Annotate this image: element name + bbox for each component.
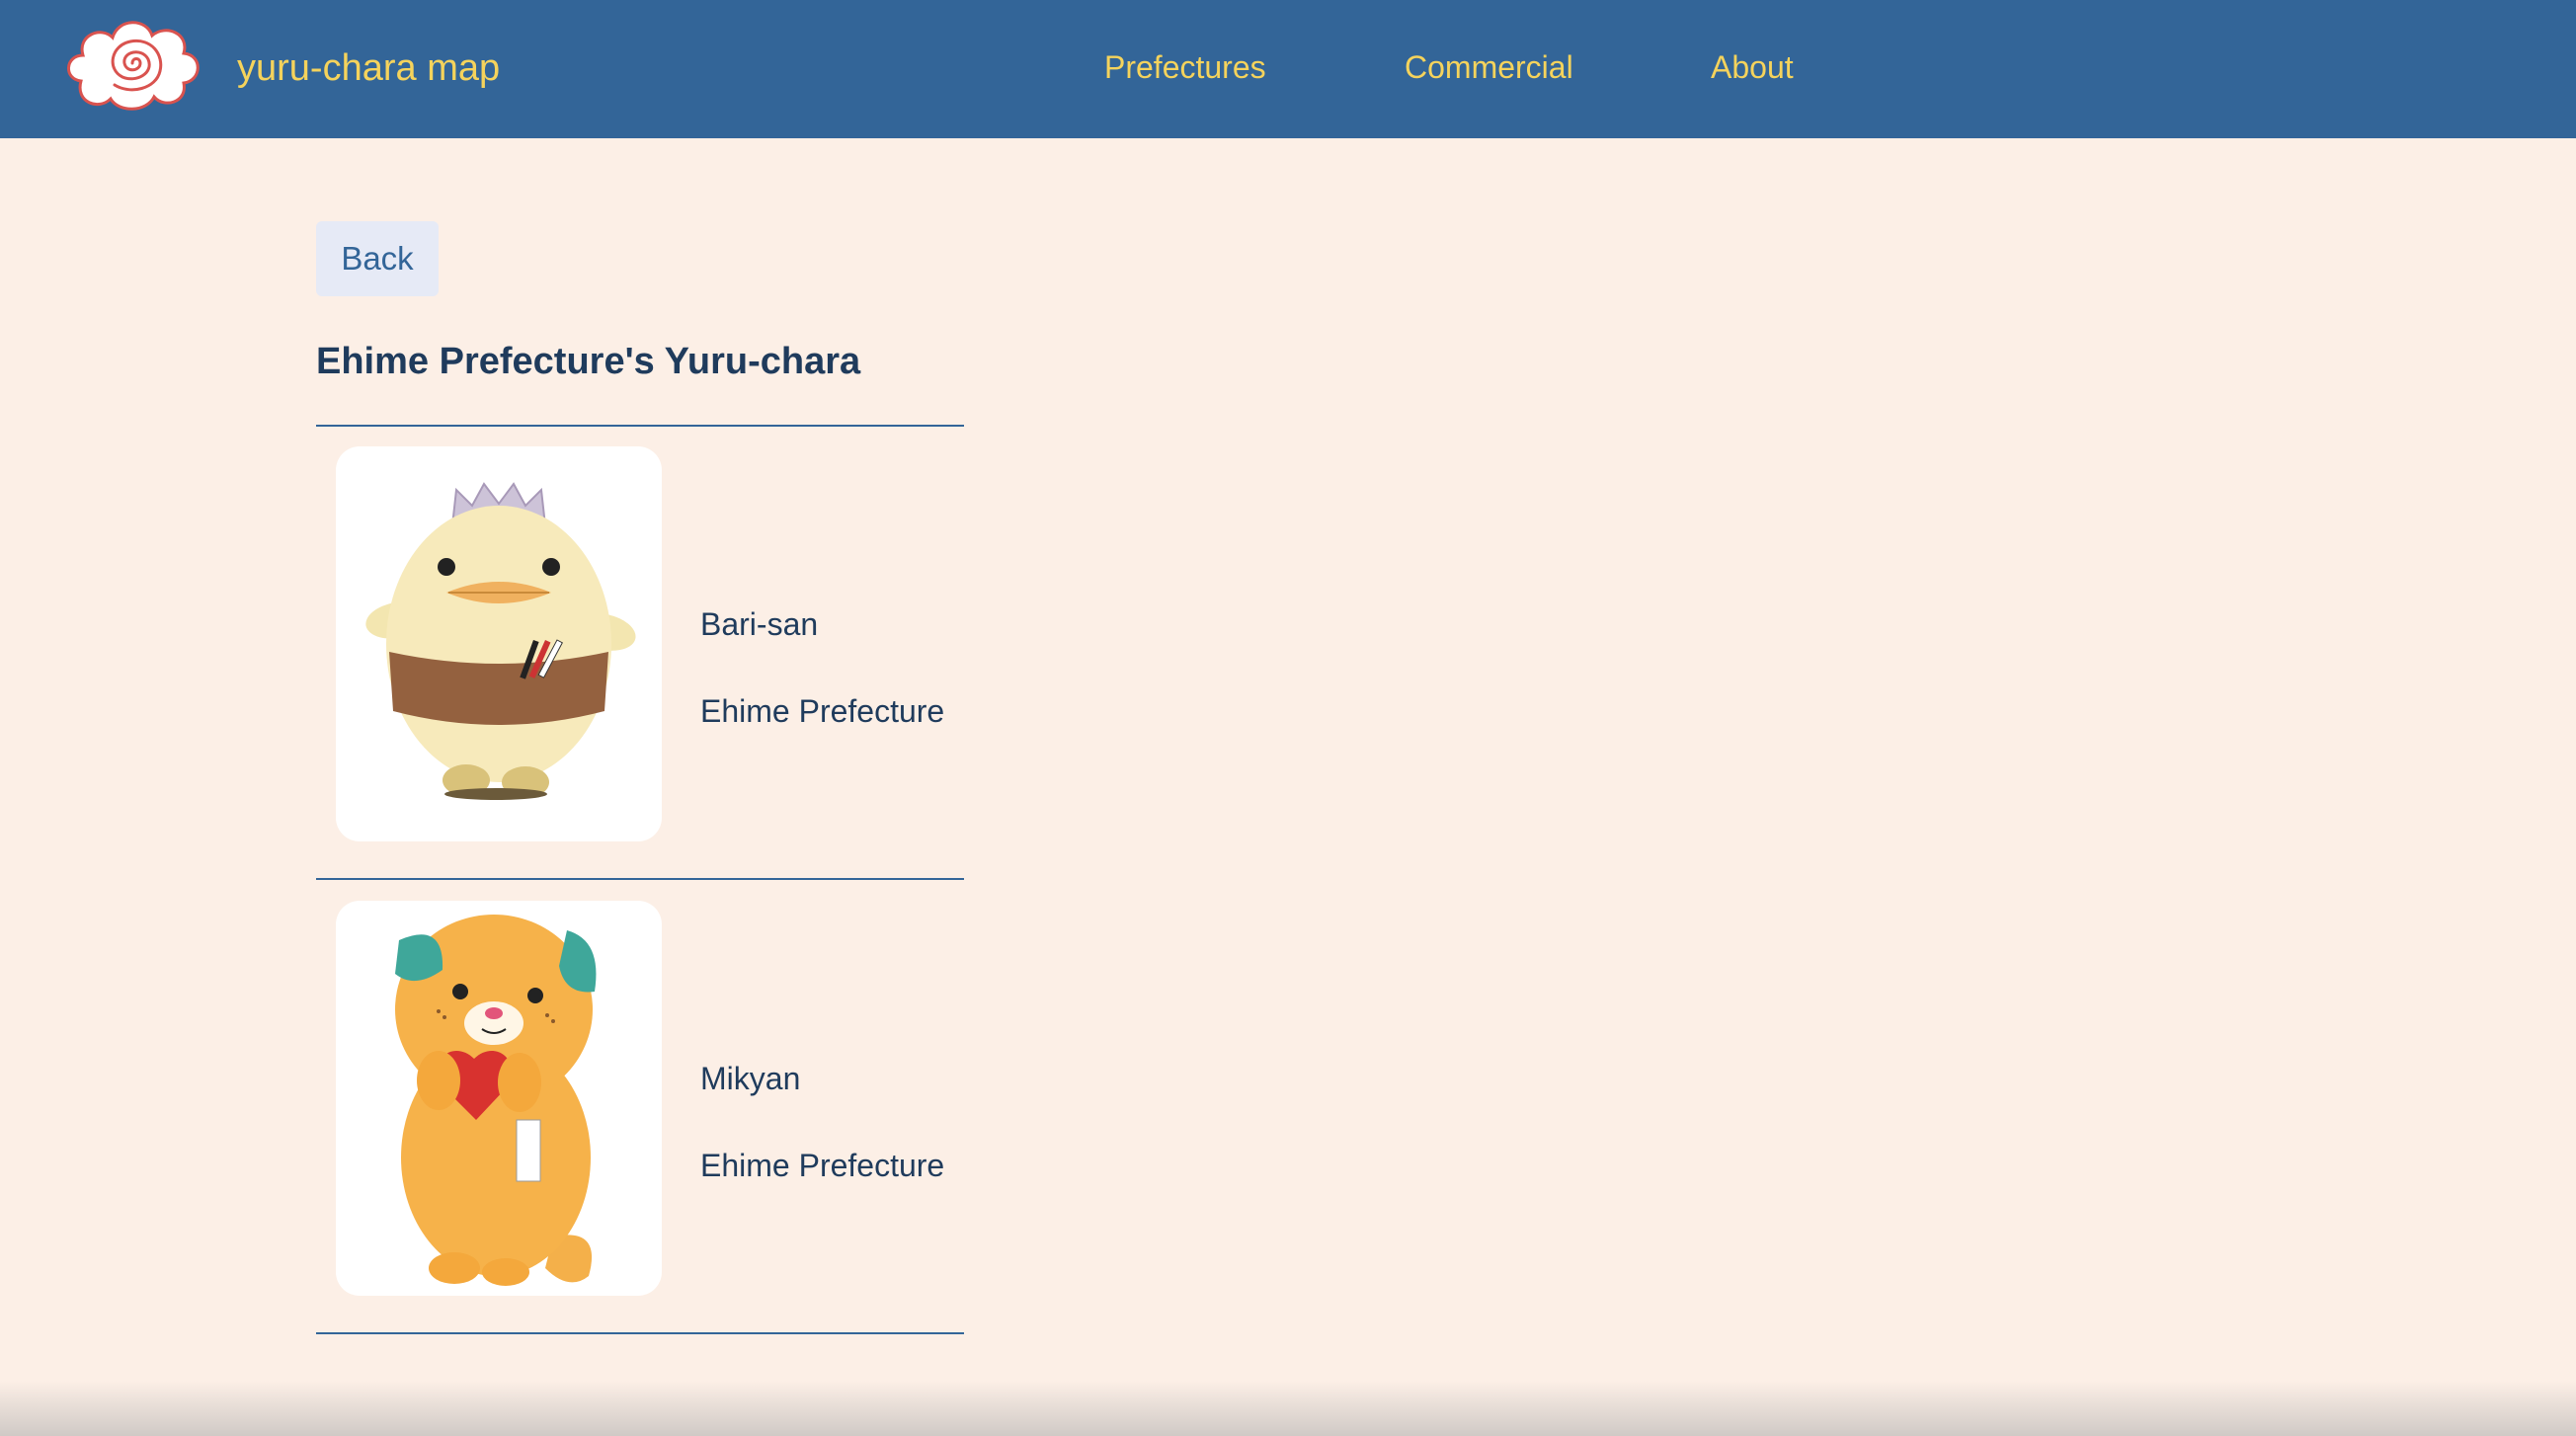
character-prefecture: Ehime Prefecture	[700, 1148, 945, 1183]
mikyan-mascot-image[interactable]	[336, 901, 662, 1296]
nav-link-commercial[interactable]: Commercial	[1405, 47, 1573, 87]
character-name[interactable]: Mikyan	[700, 1059, 800, 1098]
bari-san-mascot-image[interactable]	[336, 446, 662, 841]
nav-link-prefectures[interactable]: Prefectures	[1104, 47, 1266, 87]
divider	[316, 878, 964, 880]
divider	[316, 425, 964, 427]
character-prefecture: Ehime Prefecture	[700, 693, 945, 729]
nav-link-about[interactable]: About	[1711, 47, 1794, 87]
brand-title[interactable]: yuru-chara map	[237, 43, 500, 93]
page-title: Ehime Prefecture's Yuru-chara	[316, 341, 861, 382]
divider	[316, 1332, 964, 1334]
back-button[interactable]: Back	[316, 221, 439, 296]
window-bottom-edge	[0, 1381, 2576, 1436]
navbar: yuru-chara map Prefectures Commercial Ab…	[0, 0, 2576, 138]
character-name[interactable]: Bari-san	[700, 604, 818, 644]
spiral-cloud-logo-icon[interactable]	[61, 12, 203, 115]
